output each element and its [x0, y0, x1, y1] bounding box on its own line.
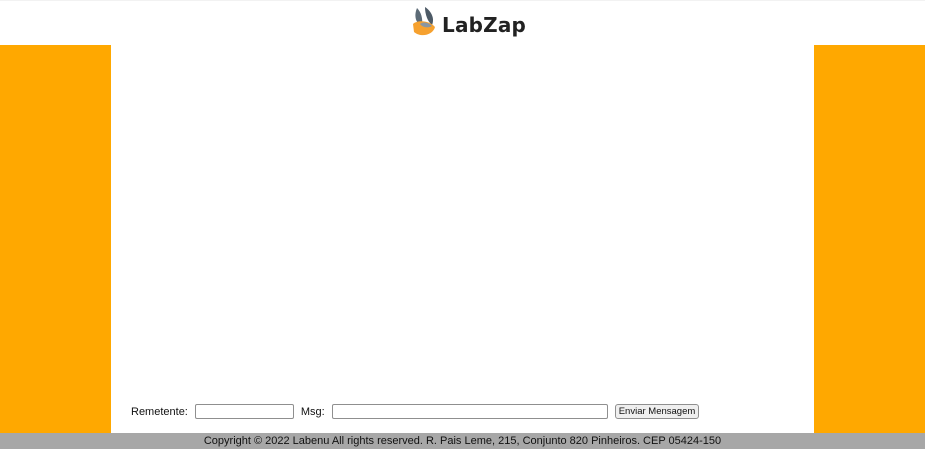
- message-composer: Remetente: Msg: Enviar Mensagem: [131, 403, 700, 420]
- left-side-panel: [0, 45, 111, 433]
- sender-input[interactable]: [194, 404, 294, 419]
- send-message-button[interactable]: Enviar Mensagem: [614, 404, 700, 419]
- logo-text: LabZap: [442, 13, 527, 37]
- header: LabZap: [0, 0, 925, 45]
- app-page: LabZap Remetente: Msg: Enviar Mensagem C…: [0, 0, 925, 449]
- sender-label: Remetente:: [131, 405, 188, 418]
- footer: Copyright © 2022 Labenu All rights reser…: [0, 433, 925, 449]
- logo: LabZap: [411, 2, 526, 42]
- chat-area: [111, 45, 814, 433]
- message-label: Msg:: [300, 405, 325, 418]
- leaf-logo-icon: [413, 7, 435, 36]
- footer-copyright: Copyright © 2022 Labenu All rights reser…: [203, 435, 722, 447]
- message-input[interactable]: [331, 404, 608, 419]
- right-side-panel: [814, 45, 925, 433]
